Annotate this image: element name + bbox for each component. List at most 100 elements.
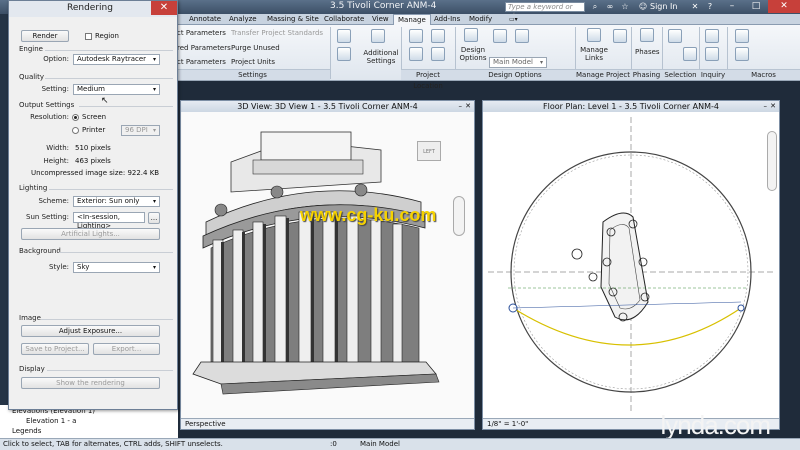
tab-collaborate[interactable]: Collaborate (320, 14, 368, 25)
viewcube-face: LEFT (423, 149, 435, 155)
status-model[interactable]: Main Model (360, 439, 400, 450)
tree-item[interactable]: Elevation 1 - a (26, 417, 76, 425)
rendering-dialog: Rendering ✕ Render Region Engine Option:… (8, 0, 178, 410)
navigation-bar[interactable] (767, 131, 777, 191)
settings-group-label: Settings (175, 69, 330, 80)
transfer-standards-button[interactable]: Transfer Project Standards (231, 29, 323, 37)
selection-group-label: Selection (662, 69, 699, 80)
location-icon[interactable] (409, 29, 423, 43)
macro-security-icon[interactable] (735, 47, 749, 61)
phases-button[interactable]: Phases (635, 48, 660, 56)
tab-annotate[interactable]: Annotate (185, 14, 225, 25)
quality-setting-value: Medium (77, 85, 105, 93)
sign-in-link[interactable]: Sign In (650, 2, 677, 11)
show-rendering-button[interactable]: Show the rendering (21, 377, 160, 389)
printer-radio[interactable] (72, 127, 79, 134)
manage-links-icon[interactable] (587, 28, 601, 42)
view-close-icon[interactable]: ✕ (465, 102, 471, 110)
settings-icon-1[interactable] (337, 29, 351, 43)
selection-edit-icon[interactable] (683, 47, 697, 61)
artificial-lights-button[interactable]: Artificial Lights... (21, 228, 160, 240)
chevron-down-icon: ▾ (539, 59, 543, 66)
warnings-icon[interactable] (705, 47, 719, 61)
search-icon[interactable]: ⌕ (590, 2, 600, 12)
settings-item-1[interactable]: ct Parameters (177, 29, 226, 37)
sun-setting-browse-button[interactable]: ... (148, 212, 160, 224)
close-button[interactable]: ✕ (768, 0, 800, 13)
rotate-north-icon[interactable] (431, 47, 445, 61)
view-minimize-icon[interactable]: – (459, 102, 463, 110)
floor-plan-window[interactable]: Floor Plan: Level 1 - 3.5 Tivoli Corner … (482, 100, 780, 430)
tab-massing-site[interactable]: Massing & Site (263, 14, 323, 25)
tab-analyze[interactable]: Analyze (225, 14, 261, 25)
tab-view[interactable]: View (368, 14, 393, 25)
ribbon-collapse-icon[interactable]: ▭▾ (505, 14, 522, 25)
ribbon-separator (330, 27, 331, 79)
save-to-project-button[interactable]: Save to Project... (21, 343, 89, 355)
region-checkbox[interactable] (85, 33, 92, 40)
maximize-button[interactable]: □ (744, 0, 768, 13)
view-minimize-icon[interactable]: – (764, 102, 768, 110)
style-label: Style: (49, 263, 69, 271)
engine-option-select[interactable]: Autodesk Raytracer ▾ (73, 54, 160, 65)
screen-radio[interactable] (72, 114, 79, 121)
ids-icon[interactable] (705, 29, 719, 43)
phases-icon[interactable] (640, 28, 654, 42)
adjust-exposure-button[interactable]: Adjust Exposure... (21, 325, 160, 337)
export-button[interactable]: Export... (93, 343, 160, 355)
dpi-select[interactable]: 96 DPI ▾ (121, 125, 160, 136)
tab-add-ins[interactable]: Add-Ins (430, 14, 464, 25)
divider (49, 189, 173, 190)
binoculars-icon[interactable]: ∞ (605, 2, 615, 12)
add-to-set-icon[interactable] (493, 29, 507, 43)
sun-setting-field[interactable]: <In-session, Lighting> (73, 212, 145, 230)
macro-manager-icon[interactable] (735, 29, 749, 43)
settings-item-2[interactable]: red Parameters (177, 44, 231, 52)
pick-to-edit-icon[interactable] (515, 29, 529, 43)
star-icon[interactable]: ☆ (620, 2, 630, 12)
coordinates-icon[interactable] (431, 29, 445, 43)
chevron-down-icon: ▾ (152, 198, 156, 205)
settings-icon-2[interactable] (337, 47, 351, 61)
dialog-close-icon[interactable]: ✕ (151, 1, 177, 15)
minimize-button[interactable]: – (720, 0, 744, 13)
option-label: Option: (43, 55, 69, 63)
settings-item-3[interactable]: ct Parameters (177, 58, 226, 66)
design-options-group-label: Design Options (455, 69, 575, 80)
manage-project-group-label: Manage Project (575, 69, 631, 80)
background-style-select[interactable]: Sky ▾ (73, 262, 160, 273)
3d-view-window[interactable]: 3D View: 3D View 1 - 3.5 Tivoli Corner A… (180, 100, 475, 430)
render-button[interactable]: Render (21, 30, 69, 42)
search-input[interactable]: Type a keyword or phrase (505, 2, 585, 20)
region-label: Region (95, 32, 119, 40)
design-options-button[interactable]: Design Options (458, 46, 488, 62)
user-icon: ☺ (638, 2, 648, 11)
floor-plan-canvas[interactable] (483, 112, 779, 419)
navigation-bar[interactable] (453, 196, 465, 236)
position-icon[interactable] (409, 47, 423, 61)
phasing-group-label: Phasing (631, 69, 662, 80)
quality-setting-select[interactable]: Medium ▾ (73, 84, 160, 95)
starting-view-icon[interactable] (613, 29, 627, 43)
main-model-dropdown[interactable]: Main Model ▾ (489, 57, 547, 68)
tree-item[interactable]: Legends (12, 427, 41, 435)
purge-unused-button[interactable]: Purge Unused (231, 44, 280, 52)
lighting-scheme-select[interactable]: Exterior: Sun only ▾ (73, 196, 160, 207)
selection-icon[interactable] (668, 29, 682, 43)
chevron-down-icon: ▾ (152, 86, 156, 93)
view-close-icon[interactable]: ✕ (770, 102, 776, 110)
additional-settings-icon[interactable] (371, 29, 385, 43)
exchange-icon[interactable]: ✕ (690, 2, 700, 12)
3d-view-title: 3D View: 3D View 1 - 3.5 Tivoli Corner A… (181, 101, 474, 112)
additional-settings-button[interactable]: Additional Settings (361, 49, 401, 65)
design-options-icon[interactable] (464, 28, 478, 42)
divider (45, 50, 173, 51)
tab-modify[interactable]: Modify (465, 14, 496, 25)
scale-label[interactable]: 1/8" = 1'-0" (487, 420, 528, 428)
manage-links-button[interactable]: Manage Links (578, 46, 610, 62)
project-units-button[interactable]: Project Units (231, 58, 275, 66)
help-icon[interactable]: ? (705, 2, 715, 12)
tab-manage[interactable]: Manage (393, 14, 431, 25)
status-zoom: :0 (330, 440, 337, 448)
viewcube[interactable]: LEFT (417, 141, 441, 161)
